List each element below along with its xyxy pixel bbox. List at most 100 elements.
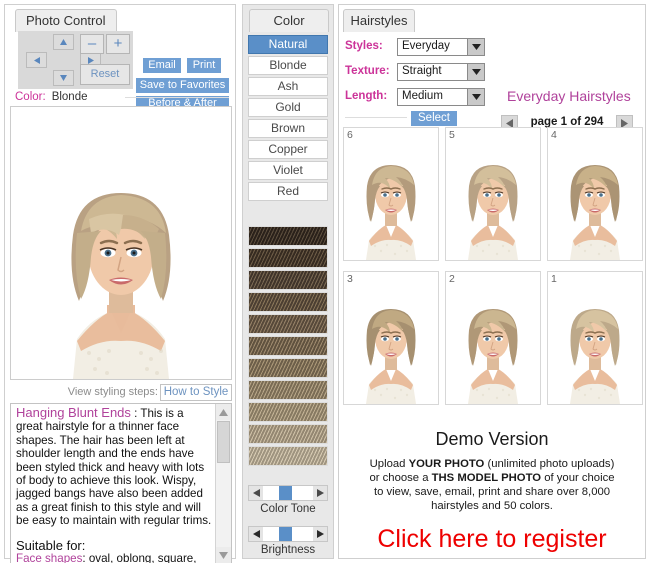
current-color-key: Color:	[15, 91, 46, 103]
thumbnail-number: 4	[551, 129, 557, 141]
promo-line1-a: Upload	[370, 458, 409, 470]
save-to-favorites-button[interactable]: Save to Favorites	[136, 78, 229, 93]
style-description-text: Hanging Blunt Ends : This is a great hai…	[16, 406, 212, 563]
description-scrollbar[interactable]	[215, 404, 231, 563]
promo-description: Upload YOUR PHOTO (unlimited photo uploa…	[339, 457, 645, 513]
length-select[interactable]: Medium	[397, 88, 485, 106]
brightness-label: Brightness	[248, 544, 328, 556]
divider	[345, 117, 407, 118]
promo-line4: hairstyles and 50 colors.	[431, 500, 553, 512]
chevron-down-icon[interactable]	[467, 39, 484, 55]
hair-swatch-1[interactable]	[248, 226, 328, 246]
tab-color-label: Color	[273, 13, 304, 28]
model-photo-viewport[interactable]	[10, 106, 232, 380]
hair-swatch-11[interactable]	[248, 446, 328, 466]
current-color-readout: Color:Blonde	[15, 91, 88, 103]
chevron-down-icon[interactable]	[467, 64, 484, 80]
hairstyle-app-window: Photo Control – + Reset Email Print Save…	[0, 0, 650, 563]
divider	[125, 97, 229, 98]
brightness-thumb[interactable]	[279, 527, 292, 541]
hair-swatch-7[interactable]	[248, 358, 328, 378]
color-option-brown[interactable]: Brown	[248, 119, 328, 138]
color-tone-track[interactable]	[248, 485, 328, 501]
hairstyle-filters: Styles: Everyday Texture: Straight	[339, 32, 645, 124]
thumbnail-number: 1	[551, 273, 557, 285]
hair-swatch-10[interactable]	[248, 424, 328, 444]
register-link[interactable]: Click here to register	[339, 525, 645, 554]
pan-left-button[interactable]	[26, 52, 47, 68]
length-select-value: Medium	[402, 90, 443, 102]
thumbnail-number: 2	[449, 273, 455, 285]
thumbnail-portrait	[344, 128, 438, 260]
color-tone-right-arrow-icon[interactable]	[313, 486, 327, 500]
hair-swatch-9[interactable]	[248, 402, 328, 422]
hair-swatch-2[interactable]	[248, 248, 328, 268]
hairstyle-thumbnail[interactable]: 6	[343, 127, 439, 261]
zoom-in-button[interactable]: +	[106, 34, 130, 54]
styles-select-value: Everyday	[402, 40, 450, 52]
hair-swatch-3[interactable]	[248, 270, 328, 290]
styles-select[interactable]: Everyday	[397, 38, 485, 56]
color-tone-thumb[interactable]	[279, 486, 292, 500]
gallery-title: Everyday Hairstyles	[507, 88, 631, 104]
color-option-ash[interactable]: Ash	[248, 77, 328, 96]
thumbnail-portrait	[446, 272, 540, 404]
color-option-blonde[interactable]: Blonde	[248, 56, 328, 75]
reset-button[interactable]: Reset	[80, 64, 130, 85]
tab-color[interactable]: Color	[249, 9, 329, 32]
hair-swatch-6[interactable]	[248, 336, 328, 356]
tab-hairstyles[interactable]: Hairstyles	[343, 9, 415, 32]
hairstyle-thumbnail[interactable]: 4	[547, 127, 643, 261]
color-option-copper[interactable]: Copper	[248, 140, 328, 159]
thumbnail-portrait	[344, 272, 438, 404]
hairstyle-thumbnail[interactable]: 2	[445, 271, 541, 405]
print-button[interactable]: Print	[187, 58, 221, 73]
color-tone-left-arrow-icon[interactable]	[249, 486, 263, 500]
color-option-violet[interactable]: Violet	[248, 161, 328, 180]
tab-photo-control-label: Photo Control	[26, 13, 106, 28]
style-description-body: This is a great hairstyle for a thinner …	[16, 407, 211, 527]
demo-version-title: Demo Version	[339, 429, 645, 450]
brightness-track[interactable]	[248, 526, 328, 542]
promo-block: Demo Version Upload YOUR PHOTO (unlimite…	[339, 429, 645, 554]
color-category-list: Natural Blonde Ash Gold Brown Copper Violet Red	[248, 35, 328, 203]
hairstyle-thumbnail[interactable]: 1	[547, 271, 643, 405]
styling-steps-row: View styling steps: How to Style	[10, 384, 232, 402]
suitable-for-heading: Suitable for:	[16, 539, 212, 552]
thumbnail-number: 6	[347, 129, 353, 141]
view-styling-steps-label: View styling steps:	[68, 386, 158, 398]
length-filter-label: Length:	[345, 90, 397, 102]
brightness-slider[interactable]: Brightness	[248, 526, 328, 556]
face-shapes-line: Face shapes: oval, oblong, square, heart	[16, 552, 212, 563]
scroll-up-icon[interactable]	[216, 404, 231, 420]
promo-line2-a: or choose a	[369, 472, 431, 484]
scrollbar-thumb[interactable]	[217, 421, 230, 463]
hair-swatch-8[interactable]	[248, 380, 328, 400]
color-option-red[interactable]: Red	[248, 182, 328, 201]
chevron-down-icon[interactable]	[467, 89, 484, 105]
color-option-natural[interactable]: Natural	[248, 35, 328, 54]
select-button[interactable]: Select	[411, 111, 457, 126]
promo-line2-c: of your choice	[541, 472, 614, 484]
tab-photo-control[interactable]: Photo Control	[15, 9, 117, 32]
color-tone-slider[interactable]: Color Tone	[248, 485, 328, 515]
color-option-gold[interactable]: Gold	[248, 98, 328, 117]
hairstyles-panel: Hairstyles Styles: Everyday Texture: Str…	[338, 4, 646, 559]
photo-control-toolbar: – + Reset Email Print Save to Favorites …	[10, 31, 232, 93]
how-to-style-button[interactable]: How to Style	[160, 384, 232, 401]
zoom-out-button[interactable]: –	[80, 34, 104, 54]
hair-color-swatch-list	[248, 226, 328, 468]
model-photo	[11, 107, 231, 379]
scroll-down-icon[interactable]	[216, 547, 231, 563]
pan-up-button[interactable]	[53, 34, 74, 50]
texture-select[interactable]: Straight	[397, 63, 485, 81]
hair-swatch-4[interactable]	[248, 292, 328, 312]
pan-down-button[interactable]	[53, 70, 74, 86]
brightness-right-arrow-icon[interactable]	[313, 527, 327, 541]
brightness-left-arrow-icon[interactable]	[249, 527, 263, 541]
email-button[interactable]: Email	[143, 58, 181, 73]
hairstyle-thumbnail[interactable]: 3	[343, 271, 439, 405]
photo-control-panel: Photo Control – + Reset Email Print Save…	[4, 4, 236, 559]
hair-swatch-5[interactable]	[248, 314, 328, 334]
hairstyle-thumbnail[interactable]: 5	[445, 127, 541, 261]
